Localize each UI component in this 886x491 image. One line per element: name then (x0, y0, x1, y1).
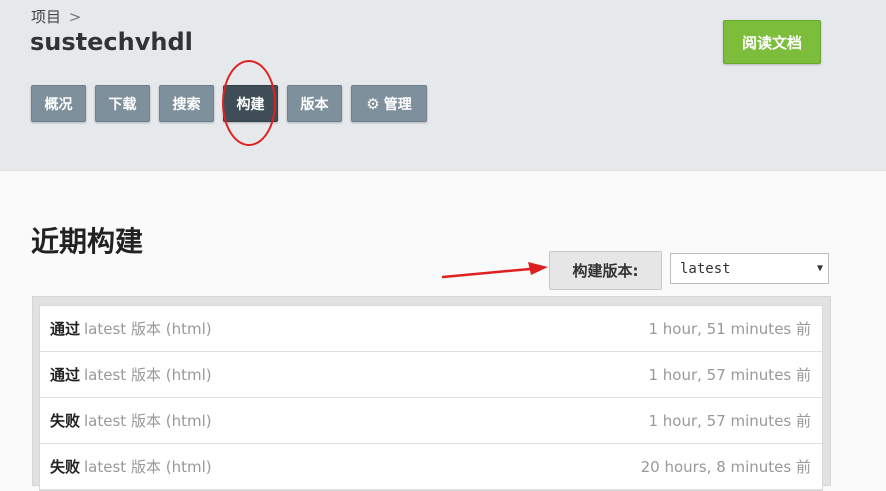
project-title[interactable]: sustechvhdl (30, 28, 193, 56)
build-row[interactable]: 通过 latest 版本 (html) 1 hour, 57 minutes 前 (40, 352, 822, 398)
version-select-value: latest (680, 260, 731, 277)
build-status: 通过 (50, 366, 81, 384)
build-version-button[interactable]: 构建版本: (549, 251, 662, 290)
build-status: 通过 (50, 320, 81, 338)
build-status: 失败 (50, 458, 81, 476)
annotation-arrow (442, 262, 548, 279)
annotation-circle (222, 60, 276, 146)
breadcrumb-separator: > (68, 8, 82, 26)
tab-versions[interactable]: 版本 (287, 85, 342, 122)
caret-down-icon: ▼ (816, 263, 823, 274)
build-time: 1 hour, 57 minutes 前 (648, 412, 811, 430)
tab-admin[interactable]: ⚙ 管理 (351, 85, 427, 122)
build-row[interactable]: 通过 latest 版本 (html) 1 hour, 51 minutes 前 (40, 306, 822, 352)
breadcrumb-projects-link[interactable]: 项目 (31, 8, 61, 26)
build-time: 1 hour, 51 minutes 前 (648, 320, 811, 338)
project-header: 项目 > sustechvhdl 阅读文档 概况 下载 搜索 构建 版本 ⚙ 管… (0, 0, 886, 171)
builds-list: 通过 latest 版本 (html) 1 hour, 51 minutes 前 … (39, 305, 823, 491)
build-status: 失败 (50, 412, 81, 430)
build-description: latest 版本 (html) (84, 320, 212, 338)
build-description: latest 版本 (html) (84, 412, 212, 430)
tab-search[interactable]: 搜索 (159, 85, 214, 122)
tab-downloads[interactable]: 下载 (95, 85, 150, 122)
build-row[interactable]: 失败 latest 版本 (html) 1 hour, 57 minutes 前 (40, 398, 822, 444)
build-description: latest 版本 (html) (84, 366, 212, 384)
build-time: 20 hours, 8 minutes 前 (640, 458, 811, 476)
version-select[interactable]: latest ▼ (670, 253, 829, 284)
tab-admin-label: 管理 (383, 96, 412, 113)
build-time: 1 hour, 57 minutes 前 (648, 366, 811, 384)
page-title: 近期构建 (31, 225, 144, 258)
tab-overview[interactable]: 概况 (31, 85, 86, 122)
breadcrumb: 项目 > (31, 6, 81, 27)
read-docs-button[interactable]: 阅读文档 (723, 20, 821, 64)
build-description: latest 版本 (html) (84, 458, 212, 476)
gear-icon: ⚙ (366, 94, 380, 113)
build-row[interactable]: 失败 latest 版本 (html) 20 hours, 8 minutes 前 (40, 444, 822, 490)
